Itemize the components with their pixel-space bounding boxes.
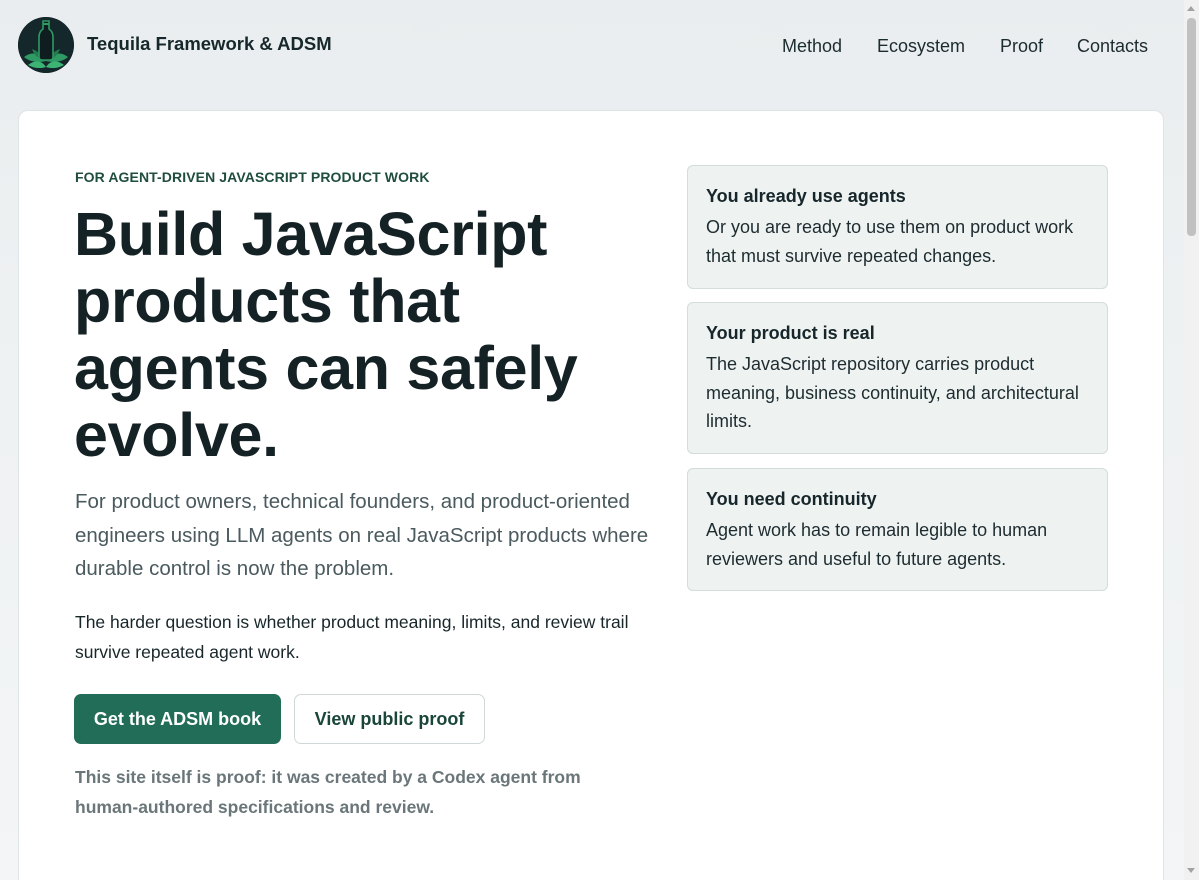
hero-eyebrow: FOR AGENT-DRIVEN JAVASCRIPT PRODUCT WORK bbox=[75, 169, 430, 185]
site-header: Tequila Framework & ADSM Method Ecosyste… bbox=[0, 0, 1184, 92]
audience-panel-agents: You already use agents Or you are ready … bbox=[687, 165, 1108, 289]
view-proof-button[interactable]: View public proof bbox=[294, 694, 485, 744]
panel-title: You need continuity bbox=[706, 489, 877, 509]
main-nav: Method Ecosystem Proof Contacts bbox=[0, 36, 1184, 58]
proof-note: This site itself is proof: it was create… bbox=[75, 767, 581, 817]
audience-panel-continuity: You need continuity Agent work has to re… bbox=[687, 468, 1108, 591]
hero-headline: Build JavaScript products that agents ca… bbox=[74, 200, 578, 469]
get-book-button[interactable]: Get the ADSM book bbox=[74, 694, 281, 744]
panel-body: Agent work has to remain legible to huma… bbox=[706, 520, 1048, 569]
nav-link-ecosystem[interactable]: Ecosystem bbox=[877, 36, 965, 57]
panel-body: The JavaScript repository carries produc… bbox=[706, 354, 1079, 431]
hero-card: FOR AGENT-DRIVEN JAVASCRIPT PRODUCT WORK… bbox=[18, 110, 1164, 880]
nav-link-contacts[interactable]: Contacts bbox=[1077, 36, 1148, 57]
hero-subtext: The harder question is whether product m… bbox=[75, 612, 629, 662]
nav-link-proof[interactable]: Proof bbox=[1000, 36, 1043, 57]
hero-lead: For product owners, technical founders, … bbox=[75, 490, 649, 580]
scroll-up-arrow-icon[interactable] bbox=[1187, 6, 1195, 11]
nav-link-method[interactable]: Method bbox=[782, 36, 842, 57]
panel-title: Your product is real bbox=[706, 323, 875, 343]
scrollbar-thumb[interactable] bbox=[1187, 18, 1196, 236]
scroll-down-arrow-icon[interactable] bbox=[1187, 868, 1195, 873]
audience-panel-product: Your product is real The JavaScript repo… bbox=[687, 302, 1108, 454]
panel-body: Or you are ready to use them on product … bbox=[706, 217, 1074, 266]
page-scrollbar[interactable] bbox=[1184, 0, 1199, 880]
panel-title: You already use agents bbox=[706, 186, 906, 206]
